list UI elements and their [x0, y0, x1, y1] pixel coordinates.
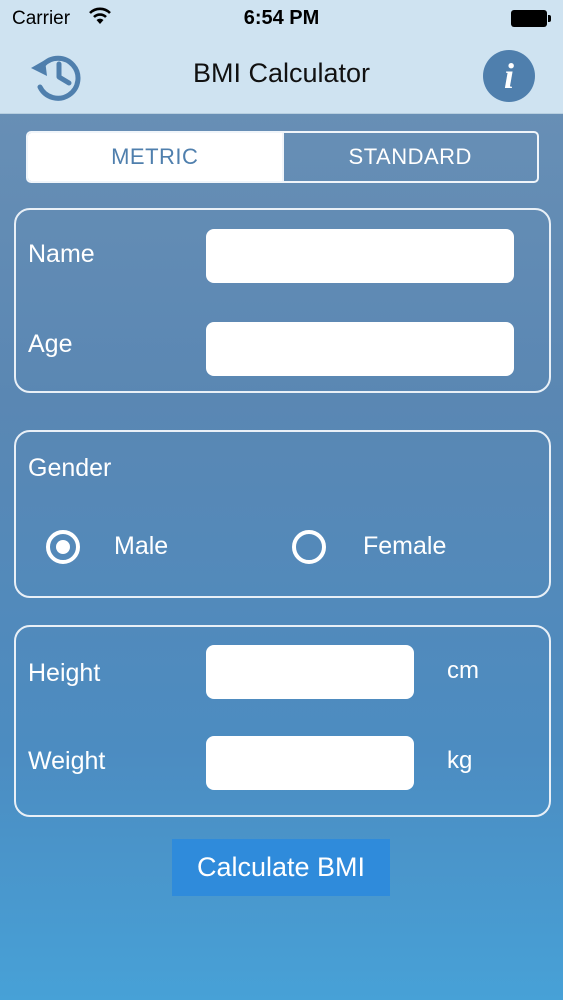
weight-label: Weight	[28, 747, 106, 775]
nav-bar: BMI Calculator i	[0, 38, 563, 114]
name-field[interactable]	[206, 229, 514, 283]
page-title: BMI Calculator	[192, 58, 371, 88]
weight-field[interactable]	[206, 736, 414, 790]
radio-selected-dot	[56, 540, 70, 554]
tab-standard[interactable]: STANDARD	[281, 133, 538, 181]
radio-male[interactable]	[46, 530, 80, 564]
info-icon[interactable]: i	[483, 50, 535, 102]
battery-icon	[511, 10, 551, 27]
status-bar: Carrier 6:54 PM	[0, 0, 563, 38]
measurements-card: Height cm Weight kg	[14, 625, 551, 817]
calculate-bmi-button[interactable]: Calculate BMI	[172, 839, 390, 896]
male-label[interactable]: Male	[114, 532, 168, 561]
gender-card: Gender Male Female	[14, 430, 551, 598]
clock: 6:54 PM	[243, 7, 320, 29]
weight-unit: kg	[447, 747, 473, 774]
height-field[interactable]	[206, 645, 414, 699]
age-field[interactable]	[206, 322, 514, 376]
personal-info-card: Name Age	[14, 208, 551, 393]
tab-metric[interactable]: METRIC	[28, 133, 282, 181]
height-unit: cm	[447, 657, 479, 684]
unit-toggle: METRIC STANDARD	[26, 131, 539, 183]
name-label: Name	[28, 240, 95, 268]
gender-label: Gender	[28, 454, 112, 482]
female-label[interactable]: Female	[363, 532, 446, 561]
age-label: Age	[28, 330, 73, 358]
radio-female[interactable]	[292, 530, 326, 564]
height-label: Height	[28, 659, 101, 687]
